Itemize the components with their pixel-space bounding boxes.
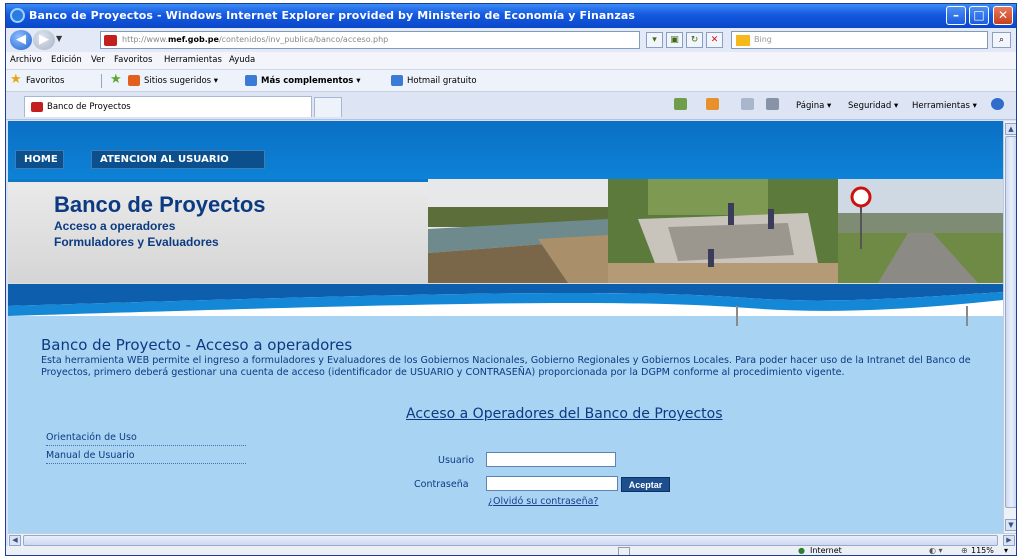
- forward-arrow-icon: ▶: [39, 32, 49, 47]
- usuario-label: Usuario: [438, 455, 475, 466]
- usuario-input[interactable]: [486, 452, 616, 467]
- addons-icon: [245, 75, 257, 86]
- orientacion-de-uso-link[interactable]: Orientación de Uso: [46, 432, 246, 446]
- header-wave: [8, 284, 1003, 326]
- favorites-separator: [101, 74, 102, 88]
- print-icon[interactable]: [766, 98, 779, 110]
- address-dropdown-icon[interactable]: ▾: [646, 32, 663, 48]
- contrasena-label: Contraseña: [414, 479, 469, 490]
- protected-mode-icon[interactable]: ◐ ▾: [929, 546, 943, 555]
- forward-button[interactable]: ▶: [33, 30, 55, 50]
- browser-window: Banco de Proyectos - Windows Internet Ex…: [5, 3, 1017, 556]
- nav-atencion-al-usuario[interactable]: ATENCION AL USUARIO: [91, 150, 265, 169]
- page-header-panel: Banco de Proyectos Acceso a operadores F…: [8, 179, 1003, 285]
- menu-bar: Archivo Edición Ver Favoritos Herramient…: [6, 52, 1016, 70]
- page-menu[interactable]: Página ▾: [796, 101, 831, 111]
- zoom-level[interactable]: 115%: [971, 546, 994, 555]
- manual-de-usuario-link[interactable]: Manual de Usuario: [46, 450, 246, 464]
- maximize-button[interactable]: □: [969, 6, 989, 25]
- tools-menu[interactable]: Herramientas ▾: [912, 101, 977, 111]
- site-favicon-icon: [104, 35, 117, 46]
- page-description: Esta herramienta WEB permite el ingreso …: [41, 355, 971, 378]
- stop-icon[interactable]: ✕: [706, 32, 723, 48]
- search-icon[interactable]: ⌕: [992, 32, 1011, 48]
- status-bar: ● Internet ◐ ▾ ⊕ 115% ▾: [6, 546, 1016, 555]
- suggested-sites-link[interactable]: Sitios sugeridos ▾: [144, 76, 218, 86]
- address-row: ◀ ▶ ▼ http://www.mef.gob.pe/contenidos/i…: [6, 28, 1016, 52]
- ie-logo-icon: [10, 8, 25, 23]
- window-title: Banco de Proyectos - Windows Internet Ex…: [29, 9, 636, 22]
- page-heading: Banco de Proyecto - Acceso a operadores: [41, 336, 353, 354]
- menu-archivo[interactable]: Archivo: [10, 55, 42, 65]
- construction-photo: [608, 179, 838, 283]
- back-arrow-icon: ◀: [16, 32, 26, 47]
- minimize-button[interactable]: –: [946, 6, 966, 25]
- vertical-scroll-thumb[interactable]: [1005, 136, 1016, 508]
- main-content: Banco de Proyecto - Acceso a operadores …: [8, 326, 1003, 533]
- header-subtitle-1: Acceso a operadores: [54, 219, 176, 233]
- road-photo: [838, 179, 1003, 283]
- internet-zone-icon: ●: [798, 546, 805, 555]
- nav-home[interactable]: HOME: [15, 150, 64, 169]
- contrasena-input[interactable]: [486, 476, 618, 491]
- scroll-up-icon[interactable]: ▲: [1005, 123, 1016, 135]
- address-bar[interactable]: http://www.mef.gob.pe/contenidos/inv_pub…: [100, 31, 640, 49]
- horizontal-scroll-thumb[interactable]: [23, 535, 998, 546]
- tab-banco-de-proyectos[interactable]: Banco de Proyectos: [24, 96, 312, 117]
- menu-ver[interactable]: Ver: [91, 55, 105, 65]
- status-panel-icon: [618, 547, 630, 555]
- page-top-band: HOME ATENCION AL USUARIO: [8, 121, 1003, 179]
- zoom-icon[interactable]: ⊕: [961, 546, 968, 555]
- menu-favoritos[interactable]: Favoritos: [114, 55, 152, 65]
- scroll-right-icon[interactable]: ▶: [1003, 535, 1015, 546]
- help-icon[interactable]: [991, 98, 1004, 110]
- url-text: http://www.mef.gob.pe/contenidos/inv_pub…: [122, 35, 389, 44]
- tab-row: Banco de Proyectos Página ▾ Seguridad ▾ …: [6, 92, 1016, 120]
- new-tab-button[interactable]: [314, 97, 342, 117]
- back-button[interactable]: ◀: [10, 30, 32, 50]
- aceptar-button[interactable]: Aceptar: [621, 477, 670, 492]
- history-dropdown-icon[interactable]: ▼: [56, 34, 62, 43]
- title-bar: Banco de Proyectos - Windows Internet Ex…: [6, 4, 1016, 28]
- vertical-scrollbar[interactable]: ▲ ▼: [1003, 121, 1016, 533]
- bing-icon: [736, 35, 750, 46]
- search-placeholder: Bing: [754, 35, 772, 44]
- scroll-down-icon[interactable]: ▼: [1005, 519, 1016, 531]
- forgot-password-link[interactable]: ¿Olvidó su contraseña?: [488, 496, 598, 507]
- tab-favicon-icon: [31, 102, 43, 112]
- add-favorite-icon[interactable]: ★: [110, 72, 122, 87]
- compatibility-view-icon[interactable]: ▣: [666, 32, 683, 48]
- more-addons-link[interactable]: Más complementos ▾: [261, 76, 361, 86]
- refresh-icon[interactable]: ↻: [686, 32, 703, 48]
- header-title: Banco de Proyectos: [54, 192, 266, 217]
- menu-herramientas[interactable]: Herramientas: [164, 55, 222, 65]
- menu-ayuda[interactable]: Ayuda: [229, 55, 255, 65]
- river-photo: [428, 179, 608, 283]
- search-box[interactable]: Bing: [731, 31, 988, 49]
- menu-edicion[interactable]: Edición: [51, 55, 82, 65]
- close-button[interactable]: ✕: [993, 6, 1013, 25]
- page-viewport: HOME ATENCION AL USUARIO Banco de Proyec…: [8, 121, 1003, 533]
- favorites-star-icon[interactable]: ★: [10, 72, 22, 87]
- favorites-button[interactable]: Favoritos: [26, 76, 64, 86]
- tab-label: Banco de Proyectos: [47, 102, 131, 112]
- scroll-left-icon[interactable]: ◀: [9, 535, 21, 546]
- hotmail-link[interactable]: Hotmail gratuito: [407, 76, 477, 86]
- login-title: Acceso a Operadores del Banco de Proyect…: [406, 406, 723, 422]
- internet-zone-label: Internet: [810, 546, 842, 555]
- zoom-dropdown-icon[interactable]: ▾: [1004, 546, 1008, 555]
- horizontal-scrollbar[interactable]: ◀ ▶: [8, 533, 1016, 546]
- hotmail-icon: [391, 75, 403, 86]
- feeds-icon[interactable]: [706, 98, 719, 110]
- home-icon[interactable]: [674, 98, 687, 110]
- header-subtitle-2: Formuladores y Evaluadores: [54, 235, 219, 249]
- favorites-bar: ★ Favoritos ★ Sitios sugeridos ▾ Más com…: [6, 70, 1016, 92]
- suggested-sites-icon: [128, 75, 140, 86]
- security-menu[interactable]: Seguridad ▾: [848, 101, 898, 111]
- mail-icon[interactable]: [741, 98, 754, 110]
